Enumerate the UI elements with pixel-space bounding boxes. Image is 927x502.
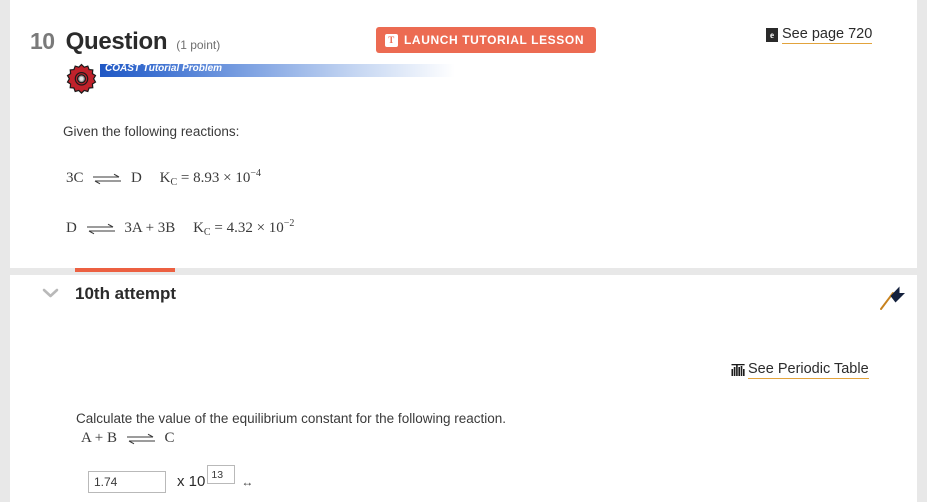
reaction-2-times: × xyxy=(256,220,266,236)
question-points: (1 point) xyxy=(176,38,221,52)
tutorial-t-icon: T xyxy=(385,33,398,47)
reaction-1-exponent: −4 xyxy=(250,168,261,179)
equilibrium-arrow-icon xyxy=(86,223,116,235)
reaction-2-right: 3A + 3B xyxy=(124,220,176,236)
reaction-2-kc: KC = 4.32 × 10−2 xyxy=(193,218,295,238)
reaction-1-kc: KC = 8.93 × 10−4 xyxy=(159,168,261,188)
equilibrium-arrow-icon xyxy=(92,173,122,185)
launch-tutorial-lesson-button[interactable]: T LAUNCH TUTORIAL LESSON xyxy=(376,27,597,53)
exponent-input[interactable] xyxy=(207,465,236,484)
reaction-1-right: D xyxy=(131,170,142,186)
see-periodic-table-label: See Periodic Table xyxy=(748,361,869,379)
reaction-2-k-label: K xyxy=(193,220,204,236)
question-number: 10 xyxy=(30,28,55,54)
equilibrium-arrow-icon xyxy=(126,433,156,445)
reaction-2-base: 10 xyxy=(268,220,284,236)
coast-banner-label: COAST Tutorial Problem xyxy=(105,63,223,74)
reaction-equation-2: D 3A + 3B KC = 4.32 × 10−2 xyxy=(66,218,294,238)
reaction-1-equals: = xyxy=(180,170,190,186)
target-reaction-right: C xyxy=(164,430,175,446)
see-page-label: See page 720 xyxy=(782,26,873,44)
see-page-link[interactable]: e See page 720 xyxy=(766,26,873,44)
reaction-1-base: 10 xyxy=(235,170,251,186)
launch-tutorial-label: LAUNCH TUTORIAL LESSON xyxy=(404,33,585,47)
reaction-2-coefficient: 4.32 xyxy=(226,220,253,236)
given-reactions-text: Given the following reactions: xyxy=(63,124,240,139)
page-title: Question xyxy=(65,28,168,55)
chevron-down-icon[interactable] xyxy=(42,286,59,300)
flag-icon[interactable] xyxy=(879,285,907,311)
reaction-2-equals: = xyxy=(214,220,223,236)
page-root: 10 Question (1 point) T LAUNCH TUTORIAL … xyxy=(0,0,927,502)
reaction-1-k-sub: C xyxy=(170,177,178,188)
attempt-title: 10th attempt xyxy=(75,284,177,303)
reaction-2-k-sub: C xyxy=(203,227,211,238)
reaction-1-times: × xyxy=(223,170,232,186)
times-ten-label: x 10 xyxy=(177,473,206,490)
reaction-2-left: D xyxy=(66,220,77,236)
periodic-table-icon xyxy=(731,363,745,377)
reaction-1-coefficient: 8.93 xyxy=(193,170,220,186)
mantissa-input[interactable] xyxy=(88,471,166,493)
book-icon: e xyxy=(766,28,778,42)
resize-handle-icon[interactable]: ↔ xyxy=(241,471,253,493)
see-periodic-table-link[interactable]: See Periodic Table xyxy=(731,361,869,379)
gear-icon xyxy=(65,63,98,96)
reaction-1-k-label: K xyxy=(159,170,171,186)
coast-banner: COAST Tutorial Problem xyxy=(65,60,455,98)
target-reaction-equation: A + B C xyxy=(81,430,175,447)
reaction-2-exponent: −2 xyxy=(283,218,295,229)
reaction-1-left: 3C xyxy=(66,170,84,186)
attempt-prompt: Calculate the value of the equilibrium c… xyxy=(76,411,506,426)
target-reaction-left: A + B xyxy=(81,430,117,446)
reaction-equation-1: 3C D KC = 8.93 × 10−4 xyxy=(66,168,261,188)
question-header: 10 Question (1 point) xyxy=(30,28,220,56)
answer-input-row: x 10 ↔ xyxy=(88,465,253,493)
question-panel: 10 Question (1 point) T LAUNCH TUTORIAL … xyxy=(10,0,917,268)
coast-banner-bar: COAST Tutorial Problem xyxy=(100,63,455,77)
attempt-tab-indicator xyxy=(75,268,175,272)
